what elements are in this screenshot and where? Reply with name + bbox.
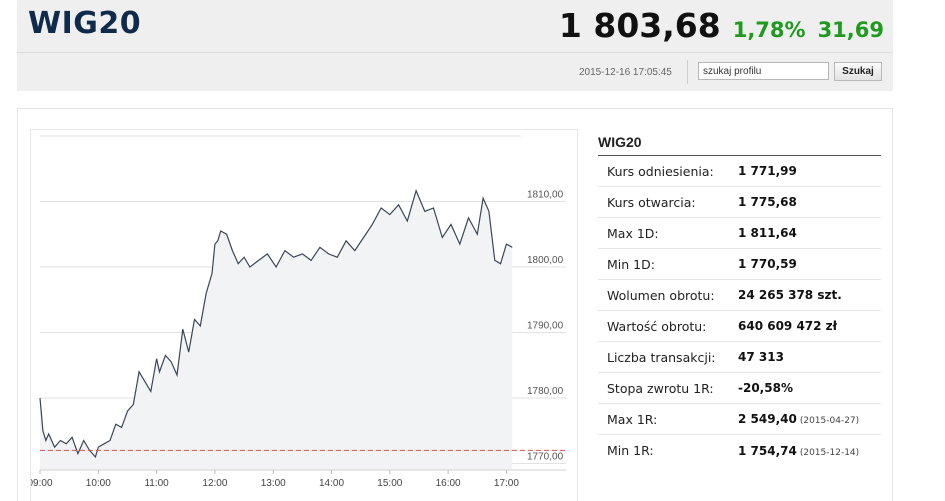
stats-label: Stopa zwrotu 1R:: [607, 380, 714, 396]
stats-row: Liczba transakcji: 47 313: [598, 342, 881, 373]
stats-value: 24 265 378 szt.: [738, 288, 842, 302]
quote-timestamp: 2015-12-16 17:05:45: [579, 67, 672, 78]
stats-table: WIG20 Kurs odniesienia: 1 771,99 Kurs otwa…: [598, 129, 881, 466]
stats-value-text: 1 754,74: [738, 443, 797, 458]
stats-value: -20,58%: [738, 381, 793, 395]
y-tick-label: 1800,00: [527, 255, 564, 266]
stats-label: Wolumen obrotu:: [607, 287, 715, 303]
stats-value-text: 24 265 378 szt.: [738, 288, 842, 302]
y-tick-label: 1770,00: [527, 451, 564, 462]
stats-value-text: 640 609 472 zł: [738, 319, 838, 333]
x-tick-label: 12:00: [202, 478, 227, 489]
stats-value: 1 754,74 (2015-12-14): [738, 444, 859, 458]
index-panel: 1770,00 1780,00 1790,00 1800,00 1810,00 09:00…: [17, 108, 893, 501]
stats-value: 640 609 472 zł: [738, 319, 837, 333]
y-tick-label: 1810,00: [527, 189, 564, 200]
stats-value: 1 771,99: [738, 164, 797, 178]
stats-label: Max 1D:: [607, 225, 659, 241]
quote-summary: 1 803,68 1,78% 31,69: [559, 6, 884, 45]
x-tick-label: 09:00: [31, 478, 53, 489]
stats-value: 1 775,68: [738, 195, 797, 209]
profile-search-input[interactable]: [698, 62, 829, 80]
stats-row: Kurs odniesienia: 1 771,99: [598, 156, 881, 187]
x-tick-label: 15:00: [377, 478, 402, 489]
stats-row: Max 1D: 1 811,64: [598, 218, 881, 249]
stats-label: Min 1D:: [607, 256, 655, 272]
stats-label: Kurs odniesienia:: [607, 163, 714, 179]
x-tick-label: 14:00: [319, 478, 344, 489]
stats-value-text: 1 771,99: [738, 164, 797, 178]
stats-value-text: 1 811,64: [738, 226, 797, 240]
stats-label: Min 1R:: [607, 443, 654, 458]
header-divider: [17, 52, 893, 53]
stats-row: Stopa zwrotu 1R: -20,58%: [598, 373, 881, 404]
x-tick-label: 11:00: [144, 478, 169, 489]
stats-label: Liczba transakcji:: [607, 349, 716, 365]
stats-row: Kurs otwarcia: 1 775,68: [598, 187, 881, 218]
stats-value-text: 1 770,59: [738, 257, 797, 271]
change-absolute: 31,69: [817, 18, 884, 42]
index-name: WIG20: [28, 6, 142, 41]
stats-label: Max 1R:: [607, 411, 658, 427]
stats-date: (2015-04-27): [799, 416, 860, 426]
intraday-chart: 1770,00 1780,00 1790,00 1800,00 1810,00 09:00…: [30, 129, 578, 501]
search-button[interactable]: Szukaj: [834, 62, 882, 81]
stats-value-text: 47 313: [738, 350, 784, 364]
stats-label: Wartość obrotu:: [607, 318, 707, 334]
stats-row: Wartość obrotu: 640 609 472 zł: [598, 311, 881, 342]
x-tick-label: 13:00: [261, 478, 286, 489]
stats-label: Kurs otwarcia:: [607, 194, 696, 210]
stats-value: 2 549,40 (2015-04-27): [738, 412, 859, 426]
stats-value: 47 313: [738, 350, 784, 364]
stats-value: 1 770,59: [738, 257, 797, 271]
stats-value-text: 1 775,68: [738, 195, 797, 209]
x-tick-label: 16:00: [436, 478, 461, 489]
stats-value-text: -20,58%: [738, 381, 793, 395]
y-tick-label: 1780,00: [527, 386, 564, 397]
stats-row: Wolumen obrotu: 24 265 378 szt.: [598, 280, 881, 311]
x-tick-label: 10:00: [86, 478, 111, 489]
y-tick-label: 1790,00: [527, 320, 564, 331]
intraday-chart-svg: 1770,00 1780,00 1790,00 1800,00 1810,00 09:00…: [31, 135, 566, 489]
stats-row: Min 1R: 1 754,74 (2015-12-14): [598, 435, 881, 466]
stats-date: (2015-12-14): [799, 447, 860, 458]
stats-row: Min 1D: 1 770,59: [598, 249, 881, 280]
change-percent: 1,78%: [732, 18, 806, 42]
stats-title: WIG20: [598, 129, 881, 156]
current-price: 1 803,68: [558, 6, 721, 45]
quote-header: WIG20 1 803,68 1,78% 31,69 2015-12-16 17…: [17, 0, 893, 91]
stats-rows: Kurs odniesienia: 1 771,99 Kurs otwarcia: 1…: [598, 156, 881, 466]
x-tick-label: 17:00: [494, 478, 519, 489]
stats-value: 1 811,64: [738, 226, 797, 240]
stats-row: Max 1R: 2 549,40 (2015-04-27): [598, 404, 881, 435]
toolbar-divider: [687, 60, 688, 84]
stats-value-text: 2 549,40: [738, 412, 797, 426]
